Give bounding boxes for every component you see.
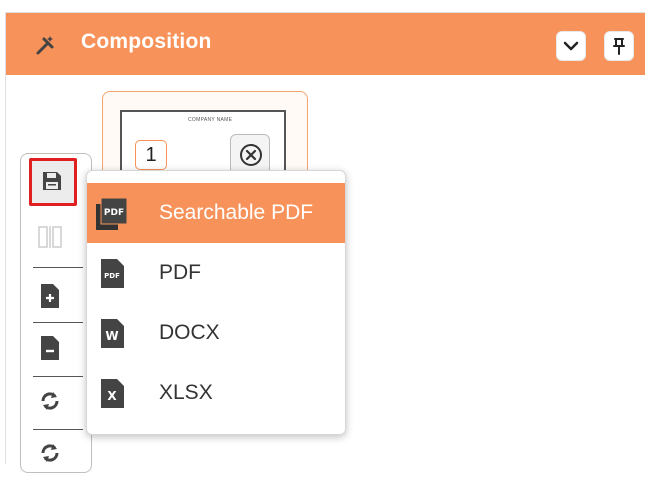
- company-name-text: COMPANY NAME: [188, 117, 233, 123]
- pin-button[interactable]: [604, 31, 634, 61]
- chevron-down-icon: [563, 41, 579, 51]
- save-icon: [43, 172, 61, 190]
- pin-icon: [613, 38, 625, 55]
- svg-text:W: W: [105, 329, 118, 343]
- svg-text:PDF: PDF: [104, 272, 120, 280]
- export-format-menu: PDF Searchable PDF PDF PDF W DOCX X XLSX: [86, 170, 346, 435]
- menu-item-label: Searchable PDF: [159, 201, 314, 224]
- svg-text:PDF: PDF: [104, 208, 124, 218]
- panel-title: Composition: [81, 30, 212, 53]
- collapse-button[interactable]: [556, 31, 586, 61]
- delete-page-button[interactable]: [27, 324, 75, 372]
- add-page-button[interactable]: [27, 272, 75, 320]
- refresh-button[interactable]: [27, 430, 75, 478]
- menu-item-label: XLSX: [159, 381, 213, 404]
- menu-item-pdf[interactable]: PDF PDF: [87, 243, 345, 303]
- circle-x-icon: [240, 144, 262, 166]
- page-number-badge: 1: [135, 140, 167, 170]
- searchable-pdf-icon: PDF: [96, 197, 128, 230]
- xlsx-icon: X: [101, 379, 124, 408]
- rotate-button[interactable]: [27, 378, 75, 426]
- docx-icon: W: [101, 319, 124, 348]
- menu-item-docx[interactable]: W DOCX: [87, 303, 345, 363]
- menu-item-searchable-pdf[interactable]: PDF Searchable PDF: [87, 183, 345, 243]
- save-button[interactable]: [29, 158, 77, 206]
- split-button[interactable]: [27, 214, 75, 262]
- split-icon: [38, 226, 62, 248]
- wand-icon: [36, 36, 54, 55]
- add-page-icon: [41, 284, 59, 308]
- panel-header: Composition: [6, 13, 645, 75]
- svg-text:X: X: [107, 389, 117, 403]
- remove-page-button[interactable]: [230, 134, 270, 174]
- menu-item-label: PDF: [159, 261, 201, 284]
- rotate-icon: [41, 392, 59, 410]
- menu-item-label: DOCX: [159, 321, 220, 344]
- menu-item-xlsx[interactable]: X XLSX: [87, 363, 345, 423]
- refresh-icon: [41, 444, 59, 462]
- vertical-toolbar: [20, 153, 92, 473]
- pdf-icon: PDF: [101, 259, 124, 288]
- remove-page-icon: [41, 336, 59, 360]
